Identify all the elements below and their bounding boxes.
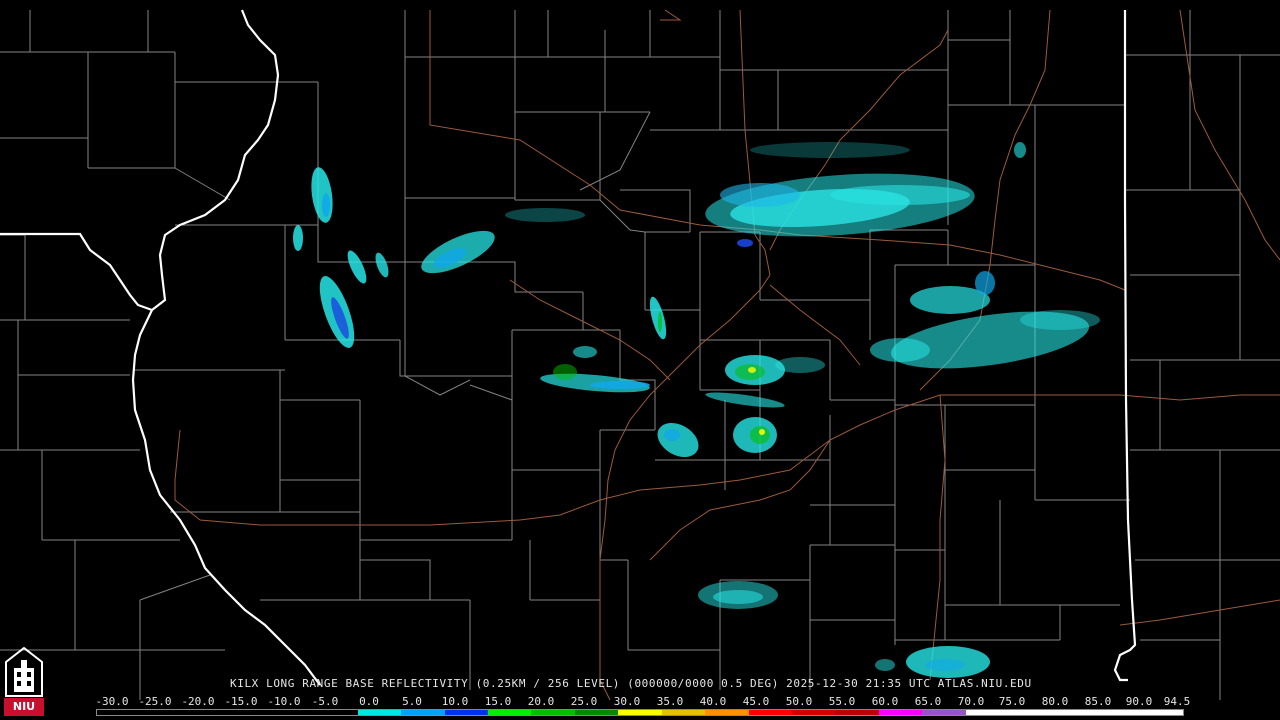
colorbar-segment	[140, 710, 184, 715]
colorbar-label: 10.0	[441, 695, 469, 708]
colorbar-label: 25.0	[570, 695, 598, 708]
colorbar-segment	[878, 710, 923, 715]
colorbar-label: -30.0	[95, 695, 129, 708]
colorbar-label: 50.0	[785, 695, 813, 708]
colorbar-segment	[401, 710, 445, 715]
colorbar-segment	[792, 710, 836, 715]
colorbar-segment	[444, 710, 488, 715]
colorbar-label: -5.0	[311, 695, 339, 708]
colorbar-label: 40.0	[699, 695, 727, 708]
colorbar-segment	[965, 710, 1010, 715]
colorbar-segment	[835, 710, 879, 715]
colorbar-label: -20.0	[181, 695, 215, 708]
colorbar-label: 20.0	[527, 695, 555, 708]
colorbar-label: 35.0	[656, 695, 684, 708]
colorbar-segment	[531, 710, 575, 715]
colorbar-segment	[618, 710, 662, 715]
reflectivity-colorbar	[96, 709, 1184, 716]
colorbar-label: 60.0	[871, 695, 899, 708]
colorbar-label: 90.0	[1125, 695, 1153, 708]
colorbar-label: 5.0	[402, 695, 422, 708]
colorbar-label: -10.0	[267, 695, 301, 708]
colorbar-segment	[183, 710, 228, 715]
colorbar-label: -15.0	[224, 695, 258, 708]
colorbar-segment	[1052, 710, 1097, 715]
colorbar-label: 94.5	[1163, 695, 1191, 708]
colorbar-segment	[357, 710, 402, 715]
colorbar-label: 55.0	[828, 695, 856, 708]
colorbar-segment	[97, 710, 141, 715]
colorbar-label: 15.0	[484, 695, 512, 708]
colorbar-segment	[1009, 710, 1053, 715]
colorbar-label: 85.0	[1084, 695, 1112, 708]
colorbar-segment	[705, 710, 749, 715]
product-caption: KILX LONG RANGE BASE REFLECTIVITY (0.25K…	[230, 677, 1032, 690]
colorbar-segment	[661, 710, 706, 715]
colorbar-label: -25.0	[138, 695, 172, 708]
colorbar-segment	[922, 710, 966, 715]
colorbar-label: 80.0	[1041, 695, 1069, 708]
colorbar-segment	[1139, 710, 1183, 715]
colorbar-label: 0.0	[359, 695, 379, 708]
colorbar-label: 30.0	[613, 695, 641, 708]
colorbar-label: 65.0	[914, 695, 942, 708]
colorbar-segment	[748, 710, 792, 715]
colorbar-label: 45.0	[742, 695, 770, 708]
colorbar-label: 75.0	[998, 695, 1026, 708]
colorbar-segment	[487, 710, 532, 715]
colorbar-segment	[227, 710, 271, 715]
colorbar-segment	[1096, 710, 1140, 715]
colorbar-segment	[270, 710, 315, 715]
colorbar-segment	[574, 710, 619, 715]
colorbar-label: 70.0	[957, 695, 985, 708]
colorbar-labels: -30.0 -25.0 -20.0 -15.0 -10.0 -5.0 0.0 5…	[0, 696, 1280, 708]
colorbar-segment	[314, 710, 358, 715]
radar-map	[0, 0, 1280, 720]
